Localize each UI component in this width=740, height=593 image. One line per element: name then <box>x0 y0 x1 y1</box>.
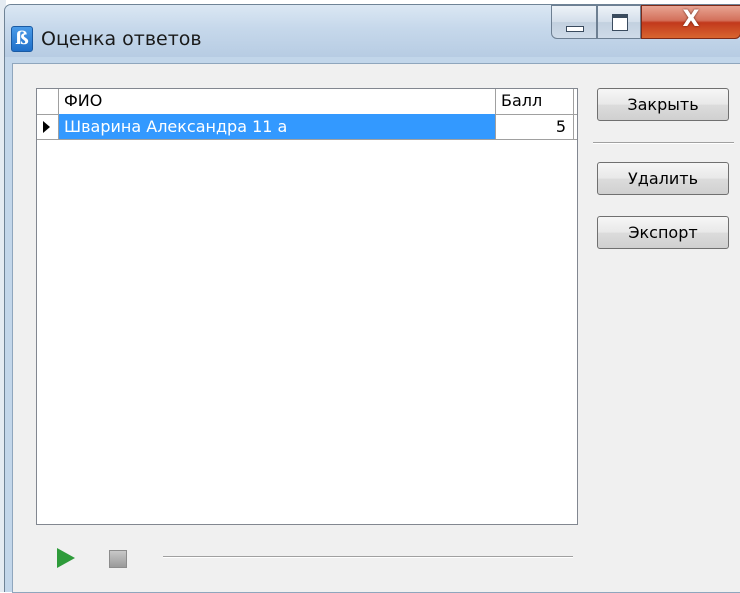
play-icon[interactable] <box>57 548 75 568</box>
delete-button[interactable]: Удалить <box>597 162 729 195</box>
current-row-arrow-icon <box>43 121 50 133</box>
client-area: ФИО Балл Шварина Александра 11 а 5 Закры… <box>12 63 740 593</box>
cell-fio[interactable]: Шварина Александра 11 а <box>59 114 496 139</box>
header-indicator-cell <box>37 89 59 114</box>
export-button[interactable]: Экспорт <box>597 216 729 249</box>
column-header-score[interactable]: Балл <box>496 89 574 114</box>
maximize-icon <box>612 14 628 31</box>
minimize-icon <box>566 26 584 32</box>
close-icon: X <box>682 7 700 32</box>
maximize-button[interactable] <box>597 5 641 39</box>
results-grid[interactable]: ФИО Балл Шварина Александра 11 а 5 <box>36 88 578 525</box>
dialog-window: ß Оценка ответов X ФИО Балл Шварина Алек… <box>4 4 740 593</box>
table-row[interactable]: Шварина Александра 11 а 5 <box>37 114 577 140</box>
row-indicator <box>37 114 59 139</box>
app-icon: ß <box>11 26 33 52</box>
button-separator <box>593 142 734 144</box>
minimize-button[interactable] <box>551 5 597 39</box>
cell-score[interactable]: 5 <box>496 114 574 139</box>
grid-header: ФИО Балл <box>37 89 577 115</box>
window-title: Оценка ответов <box>41 28 202 50</box>
close-button[interactable]: Закрыть <box>597 88 729 121</box>
column-header-fio[interactable]: ФИО <box>59 89 496 114</box>
title-bar[interactable]: ß Оценка ответов X <box>5 5 740 57</box>
close-window-button[interactable]: X <box>641 5 740 39</box>
stop-icon[interactable] <box>109 550 127 568</box>
progress-track[interactable] <box>163 556 573 558</box>
